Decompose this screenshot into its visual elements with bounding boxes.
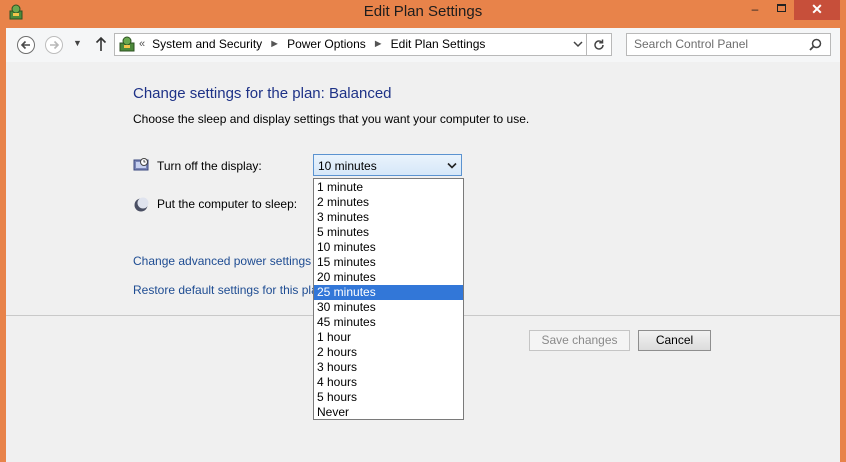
dropdown-option[interactable]: 5 hours (314, 390, 463, 405)
window-title: Edit Plan Settings (363, 3, 483, 20)
dropdown-option[interactable]: 1 hour (314, 330, 463, 345)
navigation-bar: ▼ « System and Security ► Power Options … (6, 28, 840, 62)
dropdown-option[interactable]: 1 minute (314, 180, 463, 195)
dropdown-option[interactable]: 5 minutes (314, 225, 463, 240)
breadcrumb-separator-icon[interactable]: ► (373, 38, 384, 50)
close-button[interactable]: ✕ (794, 0, 840, 20)
chevron-down-icon (447, 162, 457, 169)
breadcrumb-power-options[interactable]: Power Options (287, 37, 366, 51)
refresh-button[interactable] (587, 33, 612, 56)
dropdown-option[interactable]: 3 hours (314, 360, 463, 375)
page-description: Choose the sleep and display settings th… (133, 112, 530, 126)
back-arrow-icon (20, 40, 30, 50)
sleep-timeout-label: Put the computer to sleep: (157, 197, 298, 211)
title-bar: Edit Plan Settings – ✕ (0, 0, 846, 28)
dropdown-option[interactable]: 20 minutes (314, 270, 463, 285)
control-panel-icon (119, 36, 135, 52)
display-timeout-select[interactable]: 10 minutes (313, 154, 462, 176)
breadcrumb-edit-plan-settings[interactable]: Edit Plan Settings (391, 37, 486, 51)
cancel-button[interactable]: Cancel (638, 330, 711, 351)
display-timeout-label: Turn off the display: (157, 159, 262, 173)
restore-defaults-link[interactable]: Restore default settings for this pla (133, 283, 318, 297)
forward-arrow-icon (50, 40, 60, 50)
breadcrumb-system-security[interactable]: System and Security (152, 37, 262, 51)
dropdown-option[interactable]: 25 minutes (314, 285, 463, 300)
search-box[interactable] (626, 33, 831, 56)
breadcrumb: « System and Security ► Power Options ► … (139, 37, 485, 51)
dropdown-option[interactable]: 30 minutes (314, 300, 463, 315)
page-title: Change settings for the plan: Balanced (133, 85, 392, 102)
dropdown-option[interactable]: 45 minutes (314, 315, 463, 330)
dropdown-option[interactable]: 10 minutes (314, 240, 463, 255)
breadcrumb-separator-icon[interactable]: ► (269, 38, 280, 50)
monitor-clock-icon (133, 158, 149, 171)
search-input[interactable] (634, 37, 804, 51)
display-timeout-value: 10 minutes (318, 159, 377, 173)
dropdown-option[interactable]: Never (314, 405, 463, 420)
main-content: Change settings for the plan: Balanced C… (6, 62, 840, 462)
dropdown-option[interactable]: 15 minutes (314, 255, 463, 270)
address-bar[interactable]: « System and Security ► Power Options ► … (114, 33, 587, 56)
back-button[interactable] (17, 36, 35, 54)
recent-locations-chevron-icon[interactable]: ▼ (73, 38, 82, 48)
dropdown-option[interactable]: 2 minutes (314, 195, 463, 210)
refresh-icon (594, 39, 604, 50)
maximize-button[interactable] (768, 0, 794, 20)
minimize-button[interactable]: – (742, 0, 768, 20)
dropdown-option[interactable]: 2 hours (314, 345, 463, 360)
search-icon[interactable] (809, 38, 822, 51)
advanced-power-settings-link[interactable]: Change advanced power settings (133, 254, 311, 268)
dropdown-option[interactable]: 3 minutes (314, 210, 463, 225)
up-arrow-icon[interactable] (95, 36, 107, 52)
save-changes-button[interactable]: Save changes (529, 330, 630, 351)
window-body: ▼ « System and Security ► Power Options … (6, 28, 840, 462)
maximize-icon (776, 4, 786, 13)
breadcrumb-overflow-icon[interactable]: « (139, 38, 145, 50)
display-timeout-options: 1 minute 2 minutes 3 minutes 5 minutes 1… (313, 178, 464, 420)
forward-button[interactable] (45, 36, 63, 54)
moon-sleep-icon (134, 197, 149, 212)
dropdown-option[interactable]: 4 hours (314, 375, 463, 390)
address-history-chevron-icon[interactable] (573, 40, 583, 48)
